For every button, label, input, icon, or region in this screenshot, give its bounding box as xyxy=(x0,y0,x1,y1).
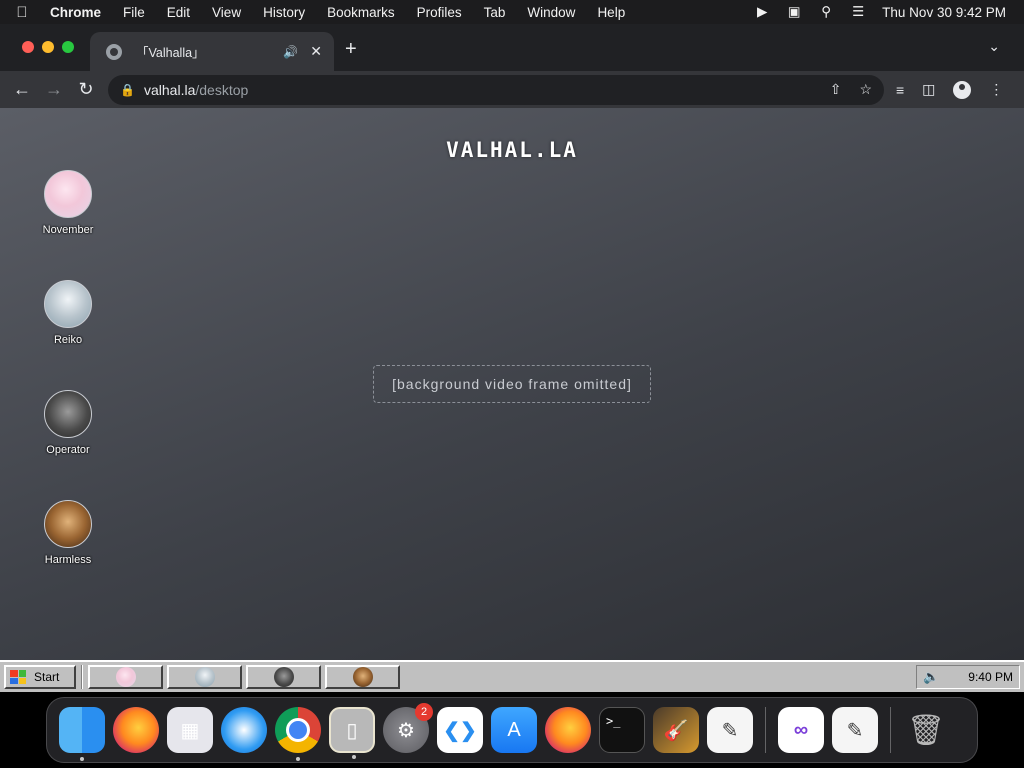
menu-history[interactable]: History xyxy=(252,5,316,20)
taskbar-window-harmless[interactable] xyxy=(325,665,400,689)
url-host: valhal.la xyxy=(144,81,196,98)
launchpad-icon[interactable]: ▦ xyxy=(167,707,213,753)
taskbar-divider xyxy=(81,665,83,689)
screen-mirroring-icon[interactable]: ▣ xyxy=(786,4,802,20)
dock-divider xyxy=(890,707,891,753)
trash-icon[interactable]: 🗑 xyxy=(903,707,949,753)
safari-icon[interactable] xyxy=(221,707,267,753)
apple-icon[interactable]:  xyxy=(0,4,44,21)
side-panel-icon[interactable]: ◫ xyxy=(922,81,935,98)
volume-speaker-icon[interactable]: 🔈 xyxy=(923,669,939,685)
system-tray: 🔈 9:40 PM xyxy=(916,665,1020,689)
minimize-window-button[interactable] xyxy=(42,41,54,53)
textedit-icon[interactable]: ✎ xyxy=(707,707,753,753)
menu-tab[interactable]: Tab xyxy=(473,5,517,20)
desktop-icon-label: November xyxy=(42,224,94,236)
menu-bookmarks[interactable]: Bookmarks xyxy=(316,5,406,20)
simulator-icon[interactable]: ▯ xyxy=(329,707,375,759)
desktop-icon-harmless[interactable]: Harmless xyxy=(30,500,106,566)
firefox-icon[interactable] xyxy=(113,707,159,753)
running-indicator xyxy=(352,755,356,759)
menu-profiles[interactable]: Profiles xyxy=(406,5,473,20)
taskbar-clock[interactable]: 9:40 PM xyxy=(968,670,1013,684)
macos-menu-bar:  Chrome File Edit View History Bookmark… xyxy=(0,0,1024,24)
menu-file[interactable]: File xyxy=(112,5,156,20)
share-icon[interactable]: ⇧ xyxy=(830,81,842,98)
menu-window[interactable]: Window xyxy=(516,5,586,20)
finder-icon[interactable] xyxy=(59,707,105,761)
vstudio-icon[interactable]: ∞ xyxy=(778,707,824,753)
reiko-avatar xyxy=(44,280,92,328)
textedit-recent-icon[interactable]: ✎ xyxy=(832,707,878,753)
operator-avatar-icon xyxy=(273,667,294,687)
retro-taskbar: Start 🔈 9:40 PM xyxy=(0,660,1024,692)
desktop-icon-label: Harmless xyxy=(44,554,92,566)
reiko-avatar-icon xyxy=(194,667,215,687)
kebab-menu-icon[interactable]: ⋮ xyxy=(989,81,1003,98)
lock-icon[interactable]: 🔒 xyxy=(120,83,135,97)
terminal-icon[interactable]: >_ xyxy=(599,707,645,753)
desktop-icon-november[interactable]: November xyxy=(30,170,106,236)
start-label: Start xyxy=(34,670,60,684)
bookmark-star-icon[interactable]: ☆ xyxy=(859,81,872,98)
taskbar-window-operator[interactable] xyxy=(246,665,321,689)
zoom-window-button[interactable] xyxy=(62,41,74,53)
spotlight-search-icon[interactable]: ⚲ xyxy=(818,4,834,20)
operator-avatar xyxy=(44,390,92,438)
control-center-icon[interactable]: ☰ xyxy=(850,4,866,20)
desktop-icon-operator[interactable]: Operator xyxy=(30,390,106,456)
web-page-content: [background video frame omitted] VALHAL.… xyxy=(0,108,1024,692)
chrome-icon[interactable] xyxy=(275,707,321,761)
start-button[interactable]: Start xyxy=(4,665,76,689)
taskbar-window-reiko[interactable] xyxy=(167,665,242,689)
profile-avatar-icon[interactable] xyxy=(953,80,972,99)
address-bar[interactable]: 🔒 valhal.la/desktop ⇧ ☆ xyxy=(108,74,884,105)
url-path: /desktop xyxy=(195,81,249,98)
menu-view[interactable]: View xyxy=(201,5,252,20)
appstore-icon[interactable]: A xyxy=(491,707,537,753)
new-tab-button[interactable]: + xyxy=(345,38,357,61)
windows-logo-icon xyxy=(10,670,26,684)
browser-toolbar: ← → ↻ 🔒 valhal.la/desktop ⇧ ☆ ≡ ◫ ⋮ xyxy=(0,71,1024,108)
site-logo: VALHAL.LA xyxy=(446,138,578,162)
november-avatar xyxy=(44,170,92,218)
desktop-icon-label: Reiko xyxy=(53,334,83,346)
tab-audio-icon[interactable]: 🔊 xyxy=(283,45,298,59)
vscode-icon[interactable]: ❮❯ xyxy=(437,707,483,753)
dock-divider xyxy=(765,707,766,753)
notification-badge: 2 xyxy=(415,703,433,721)
menu-app-name[interactable]: Chrome xyxy=(44,5,112,20)
forward-button[interactable]: → xyxy=(38,76,70,104)
tab-title: 「Valhalla」 xyxy=(136,46,205,60)
play-circle-icon[interactable]: ▶ xyxy=(754,4,770,20)
reading-list-icon[interactable]: ≡ xyxy=(896,82,904,98)
wallpaper-placeholder: [background video frame omitted] xyxy=(373,365,651,403)
desktop-icon-reiko[interactable]: Reiko xyxy=(30,280,106,346)
november-avatar-icon xyxy=(115,667,136,687)
tab-close-icon[interactable]: ✕ xyxy=(310,43,322,60)
tab-active[interactable]: 「Valhalla」 🔊 ✕ xyxy=(90,32,334,71)
desktop-icon-label: Operator xyxy=(46,444,90,456)
desktop-wallpaper: [background video frame omitted] xyxy=(0,108,1024,660)
globe-icon xyxy=(106,43,122,60)
running-indicator xyxy=(296,757,300,761)
menu-edit[interactable]: Edit xyxy=(156,5,201,20)
close-window-button[interactable] xyxy=(22,41,34,53)
browser-tab-strip: 「Valhalla」 🔊 ✕ + ⌄ xyxy=(0,24,1024,71)
settings-icon[interactable]: ⚙ 2 xyxy=(383,703,433,753)
back-button[interactable]: ← xyxy=(6,76,38,104)
menu-help[interactable]: Help xyxy=(586,5,636,20)
macos-dock: ▦ ▯ ⚙ 2 ❮❯ A >_ 🎸 ✎ ∞ ✎ 🗑 xyxy=(46,697,978,763)
tab-search-chevron-icon[interactable]: ⌄ xyxy=(988,38,1000,55)
menubar-clock[interactable]: Thu Nov 30 9:42 PM xyxy=(882,5,1006,20)
firefox-developer-icon[interactable] xyxy=(545,707,591,753)
harmless-avatar-icon xyxy=(352,667,373,687)
running-indicator xyxy=(80,757,84,761)
garageband-icon[interactable]: 🎸 xyxy=(653,707,699,753)
taskbar-window-november[interactable] xyxy=(88,665,163,689)
reload-button[interactable]: ↻ xyxy=(70,76,102,104)
harmless-avatar xyxy=(44,500,92,548)
